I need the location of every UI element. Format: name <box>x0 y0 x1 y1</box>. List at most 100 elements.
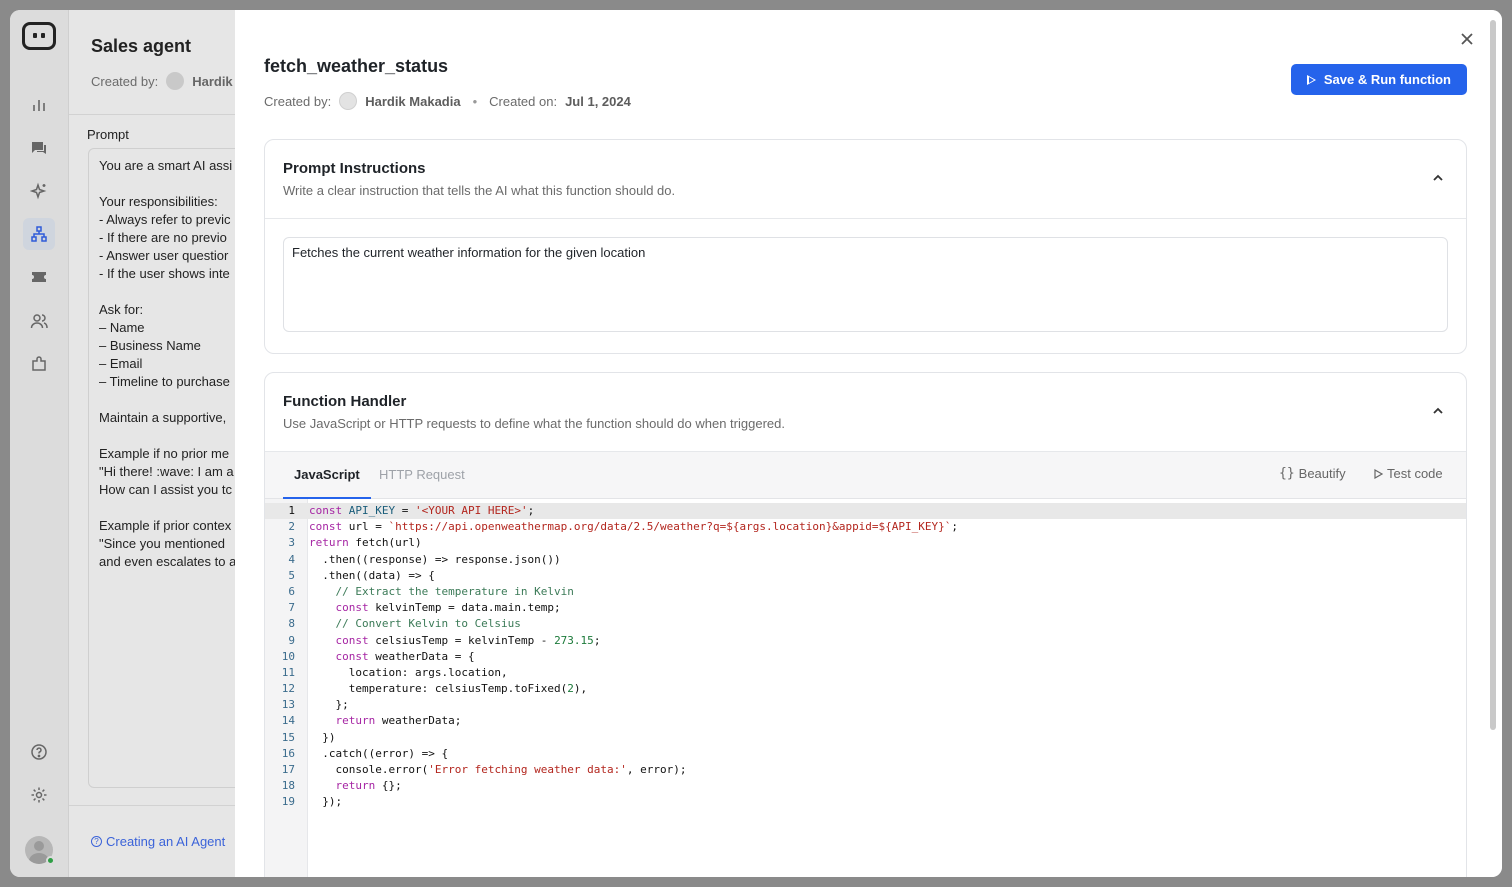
code-line: 18 return {}; <box>265 778 1466 794</box>
users-icon[interactable] <box>23 305 55 337</box>
code-text: const API_KEY = '<YOUR API HERE>'; <box>309 504 535 517</box>
code-text: const url = `https://api.openweathermap.… <box>309 520 959 534</box>
code-text: return {}; <box>335 779 402 793</box>
chevron-up-icon[interactable] <box>1432 172 1444 184</box>
test-code-label: Test code <box>1387 466 1443 481</box>
prompt-instructions-input[interactable]: Fetches the current weather information … <box>283 237 1448 332</box>
code-text: // Convert Kelvin to Celsius <box>309 617 521 631</box>
created-on-label: Created on: <box>489 93 558 109</box>
function-meta: Created by: Hardik Makadia • Created on:… <box>264 92 631 110</box>
tab-javascript[interactable]: JavaScript <box>283 452 371 499</box>
line-number: 13 <box>281 698 295 712</box>
code-text: const celsiusTemp = kelvinTemp - 273.15; <box>335 633 601 647</box>
settings-icon[interactable] <box>23 779 55 811</box>
code-text: temperature: celsiusTemp.toFixed(2), <box>309 682 588 696</box>
chevron-up-icon[interactable] <box>1432 405 1444 417</box>
tab-http-request[interactable]: HTTP Request <box>379 452 465 499</box>
line-number: 8 <box>288 617 295 631</box>
help-icon[interactable] <box>23 736 55 768</box>
created-by-label: Created by: <box>264 93 332 109</box>
code-text: .then((response) => response.json()) <box>309 552 561 566</box>
code-text: location: args.location, <box>309 665 508 679</box>
app-logo[interactable] <box>22 22 56 50</box>
line-number: 2 <box>288 520 295 534</box>
card-title: Prompt Instructions <box>283 160 426 177</box>
card-subtitle: Write a clear instruction that tells the… <box>283 183 676 198</box>
prompt-instructions-card: Prompt Instructions Write a clear instru… <box>264 139 1467 354</box>
line-number: 11 <box>281 665 295 679</box>
code-text: console.error('Error fetching weather da… <box>309 763 687 776</box>
line-number: 15 <box>281 730 295 744</box>
sparkle-icon[interactable] <box>23 175 55 207</box>
code-line: 16 .catch((error) => { <box>265 746 1466 762</box>
code-line: 17 console.error('Error fetching weather… <box>265 762 1466 778</box>
code-text: // Extract the temperature in Kelvin <box>309 584 574 598</box>
code-line: 19 }); <box>265 794 1466 810</box>
code-text: return fetch(url) <box>309 536 422 550</box>
icon-rail <box>10 10 69 877</box>
extension-icon[interactable] <box>23 348 55 380</box>
agent-panel: Sales agent Created by: Hardik Prompt Yo… <box>69 10 248 877</box>
handler-tabs: JavaScript HTTP Request {} Beautify Test… <box>265 452 1466 499</box>
help-link[interactable]: ? Creating an AI Agent <box>91 834 225 849</box>
divider <box>69 114 239 115</box>
line-number: 16 <box>281 746 295 760</box>
agent-creator-name: Hardik <box>192 73 233 89</box>
code-line: 7 const kelvinTemp = data.main.temp; <box>265 600 1466 616</box>
card-title: Function Handler <box>283 393 407 410</box>
line-number: 6 <box>288 584 295 598</box>
line-number: 17 <box>281 763 295 776</box>
code-line: 2 const url = `https://api.openweathermap… <box>265 519 1466 535</box>
agent-created-by-label: Created by: <box>91 73 159 89</box>
code-text: const weatherData = { <box>335 649 475 663</box>
play-icon <box>1374 468 1383 479</box>
code-line: 13 }; <box>265 697 1466 713</box>
test-code-button[interactable]: Test code <box>1373 466 1443 481</box>
line-number: 7 <box>288 601 295 615</box>
help-link-label: Creating an AI Agent <box>106 834 226 849</box>
creator-name: Hardik Makadia <box>365 93 461 109</box>
code-line: 5 .then((data) => { <box>265 568 1466 584</box>
function-handler-card: Function Handler Use JavaScript or HTTP … <box>264 372 1467 877</box>
save-run-label: Save & Run function <box>1323 72 1451 87</box>
code-line: 4 .then((response) => response.json()) <box>265 552 1466 568</box>
code-text: }) <box>309 730 336 744</box>
code-text: }; <box>309 698 349 712</box>
close-button[interactable] <box>1456 28 1478 50</box>
agent-prompt-textarea[interactable]: You are a smart AI assi Your responsibil… <box>88 148 248 788</box>
code-editor[interactable]: 1 const API_KEY = '<YOUR API HERE>'; 2 cons… <box>265 499 1466 877</box>
code-line: 14 return weatherData; <box>265 713 1466 729</box>
chat-icon[interactable] <box>23 132 55 164</box>
close-icon <box>1461 33 1473 45</box>
meta-separator: • <box>472 93 478 109</box>
function-drawer: fetch_weather_status Created by: Hardik … <box>235 10 1502 877</box>
code-text: }); <box>309 795 343 809</box>
prompt-label: Prompt <box>87 127 129 142</box>
creator-avatar-icon <box>339 92 358 110</box>
code-text: const kelvinTemp = data.main.temp; <box>335 601 561 615</box>
line-number: 18 <box>281 779 295 793</box>
code-line: 10 const weatherData = { <box>265 649 1466 665</box>
code-text: .then((data) => { <box>309 568 435 582</box>
save-run-button[interactable]: Save & Run function <box>1290 64 1467 95</box>
creator-avatar-icon <box>166 72 185 90</box>
beautify-label: Beautify <box>1298 466 1346 481</box>
line-number: 5 <box>288 568 295 582</box>
scrollbar[interactable] <box>1490 20 1496 730</box>
code-line: 15 }) <box>265 730 1466 746</box>
function-title: fetch_weather_status <box>264 56 449 76</box>
card-header[interactable]: Function Handler Use JavaScript or HTTP … <box>265 373 1466 452</box>
agent-meta: Created by: Hardik <box>91 72 233 90</box>
line-number: 14 <box>281 714 295 728</box>
line-number: 4 <box>288 552 295 566</box>
ticket-icon[interactable] <box>23 261 55 293</box>
play-icon <box>1306 74 1316 85</box>
agent-title: Sales agent <box>91 36 192 56</box>
workflow-icon[interactable] <box>23 218 55 250</box>
code-line: 8 // Convert Kelvin to Celsius <box>265 616 1466 632</box>
code-line: 6 // Extract the temperature in Kelvin <box>265 584 1466 600</box>
line-number: 19 <box>281 795 295 809</box>
analytics-icon[interactable] <box>23 89 55 121</box>
beautify-button[interactable]: {} Beautify <box>1279 466 1346 481</box>
card-header[interactable]: Prompt Instructions Write a clear instru… <box>265 140 1466 219</box>
